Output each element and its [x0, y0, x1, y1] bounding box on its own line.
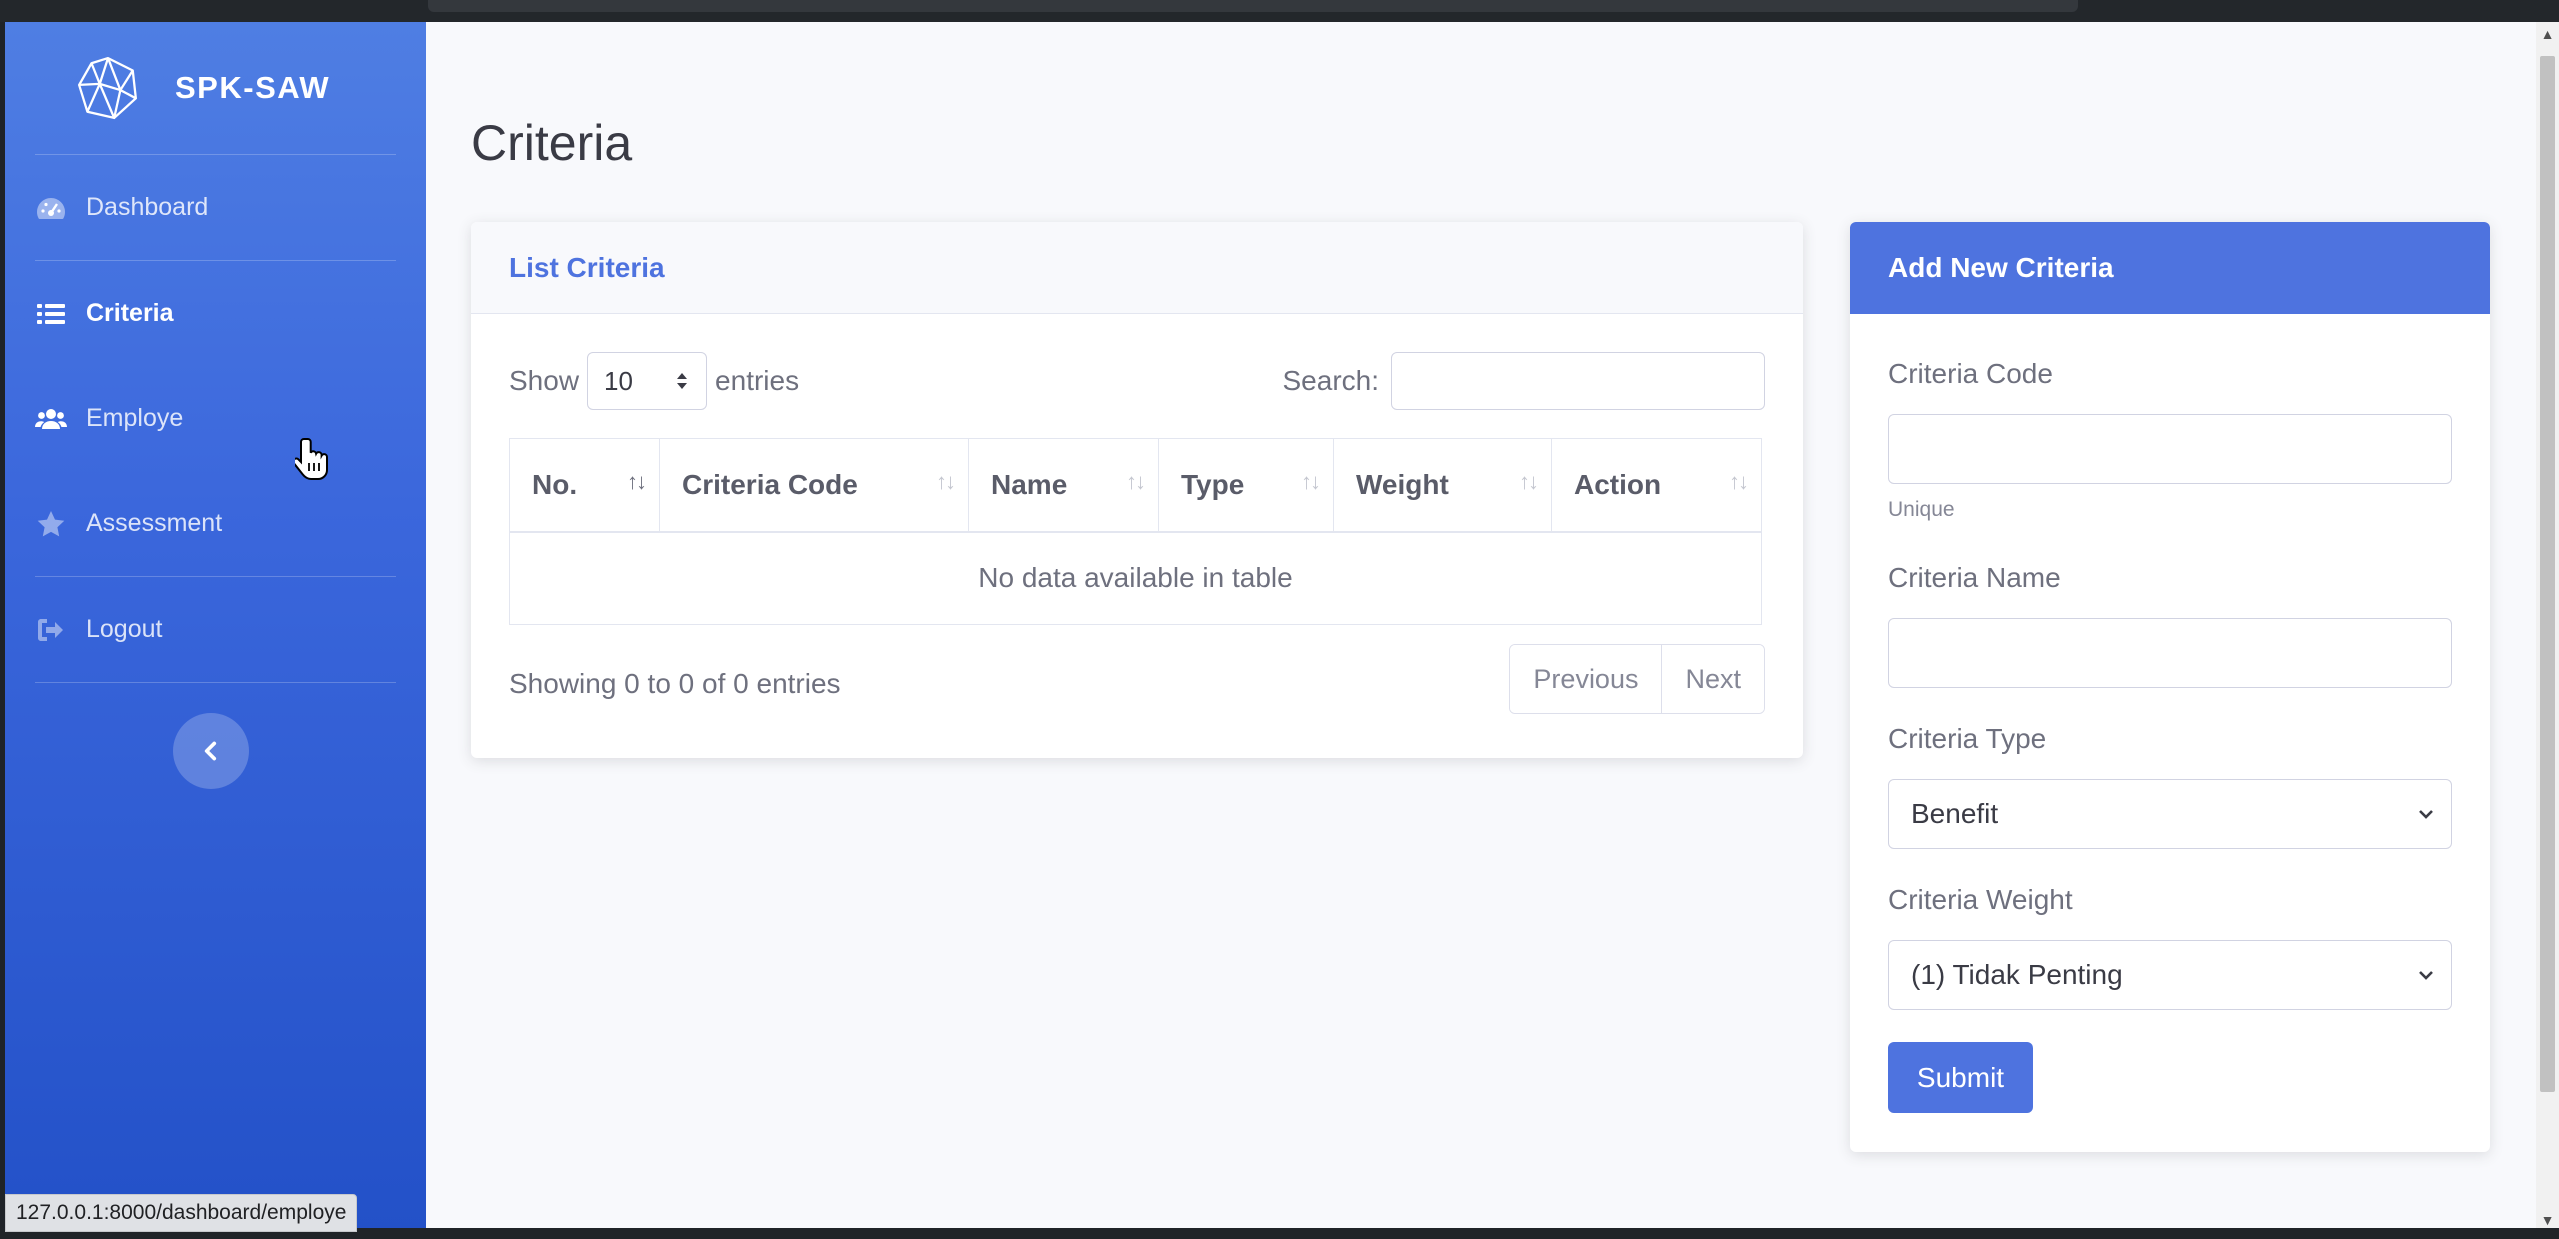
criteria-type-value: Benefit — [1911, 798, 1999, 829]
criteria-code-label: Criteria Code — [1888, 358, 2053, 389]
previous-page-button[interactable]: Previous — [1510, 645, 1662, 713]
sidebar-item-assessment[interactable]: Assessment — [5, 471, 426, 576]
main-content: Criteria List Criteria Show 10 entries S… — [426, 22, 2536, 1232]
table-row: No data available in table — [509, 531, 1762, 625]
sort-icon: ↑↓ — [936, 469, 956, 494]
criteria-type-select[interactable]: Benefit — [1888, 779, 2452, 849]
sort-icon: ↑↓ — [1301, 469, 1321, 494]
column-header-weight[interactable]: Weight ↑↓ — [1333, 438, 1552, 533]
criteria-code-help: Unique — [1888, 498, 1955, 521]
chevron-down-icon — [2419, 971, 2433, 980]
entries-length-control: Show 10 entries — [509, 352, 799, 410]
empty-table-message: No data available in table — [509, 531, 1762, 625]
browser-bottom-strip — [0, 1228, 2559, 1239]
sidebar-item-logout[interactable]: Logout — [5, 577, 426, 682]
page-scrollbar[interactable]: ▲ ▼ — [2536, 22, 2559, 1232]
table-info: Showing 0 to 0 of 0 entries — [509, 668, 841, 699]
next-page-button[interactable]: Next — [1661, 645, 1764, 713]
sidebar-item-label: Criteria — [86, 299, 174, 327]
status-bar-url: 127.0.0.1:8000/dashboard/employe — [5, 1194, 358, 1232]
add-criteria-header: Add New Criteria — [1850, 222, 2490, 314]
criteria-name-label: Criteria Name — [1888, 562, 2061, 593]
sidebar-item-employe[interactable]: Employe — [5, 366, 426, 471]
sort-icon: ↑↓ — [1519, 469, 1539, 494]
sort-icon: ↑↓ — [1729, 469, 1749, 494]
sidebar: SPK-SAW Dashboard Criteria Employe Asses… — [5, 22, 426, 1232]
sidebar-item-criteria[interactable]: Criteria — [5, 261, 426, 366]
column-header-criteria-code[interactable]: Criteria Code ↑↓ — [659, 438, 969, 533]
criteria-name-input[interactable] — [1888, 618, 2452, 688]
sidebar-divider — [35, 682, 396, 683]
column-header-name[interactable]: Name ↑↓ — [968, 438, 1159, 533]
column-header-type[interactable]: Type ↑↓ — [1158, 438, 1334, 533]
sidebar-item-label: Logout — [86, 615, 163, 643]
sort-icon: ↑↓ — [1126, 469, 1146, 494]
hand-cursor-icon — [295, 438, 328, 480]
criteria-table: No. ↑↓ Criteria Code ↑↓ Name ↑↓ Type ↑↓ Weig… — [509, 438, 1762, 625]
list-criteria-header: List Criteria — [471, 222, 1803, 314]
entries-select-value: 10 — [604, 365, 633, 396]
search-label: Search: — [1282, 365, 1380, 396]
chevron-left-icon — [204, 741, 216, 761]
sidebar-item-label: Employe — [86, 404, 184, 432]
table-header-row: No. ↑↓ Criteria Code ↑↓ Name ↑↓ Type ↑↓ Weig… — [509, 438, 1762, 533]
criteria-type-label: Criteria Type — [1888, 723, 2047, 754]
brand-logo-icon — [77, 56, 137, 120]
entries-select[interactable]: 10 — [587, 352, 708, 410]
browser-top-strip — [0, 0, 2559, 22]
criteria-weight-select[interactable]: (1) Tidak Penting — [1888, 940, 2452, 1010]
scrollbar-thumb[interactable] — [2540, 56, 2555, 1092]
page-title: Criteria — [471, 115, 633, 171]
criteria-code-input[interactable] — [1888, 414, 2452, 484]
sort-icon: ↑↓ — [627, 469, 647, 494]
table-search-control: Search: — [1282, 352, 1765, 410]
list-icon — [37, 303, 65, 324]
column-header-action[interactable]: Action ↑↓ — [1551, 438, 1762, 533]
sidebar-toggle-button[interactable] — [172, 713, 249, 789]
star-icon — [37, 510, 65, 536]
chevron-down-icon — [2419, 810, 2433, 819]
browser-tab-bar — [428, 0, 2078, 12]
sidebar-item-label: Assessment — [86, 509, 223, 537]
submit-button[interactable]: Submit — [1888, 1042, 2033, 1113]
criteria-weight-value: (1) Tidak Penting — [1911, 959, 2123, 990]
sign-out-icon — [38, 618, 63, 641]
select-updown-icon — [677, 373, 688, 389]
add-criteria-card: Add New Criteria Criteria Code Unique Cr… — [1850, 222, 2490, 1152]
list-criteria-card: List Criteria Show 10 entries Search: No… — [471, 222, 1803, 758]
tachometer-icon — [37, 197, 65, 219]
criteria-weight-label: Criteria Weight — [1888, 884, 2073, 915]
scroll-up-arrow-icon[interactable]: ▲ — [2536, 26, 2559, 46]
show-label: Show — [509, 365, 580, 396]
brand-name: SPK-SAW — [175, 70, 331, 105]
search-input[interactable] — [1391, 352, 1765, 410]
sidebar-item-label: Dashboard — [86, 193, 209, 221]
sidebar-item-dashboard[interactable]: Dashboard — [5, 155, 426, 260]
users-icon — [35, 408, 67, 429]
entries-label: entries — [715, 365, 800, 396]
sidebar-brand[interactable]: SPK-SAW — [5, 22, 426, 154]
column-header-no[interactable]: No. ↑↓ — [509, 438, 660, 533]
pagination: Previous Next — [1509, 644, 1765, 714]
